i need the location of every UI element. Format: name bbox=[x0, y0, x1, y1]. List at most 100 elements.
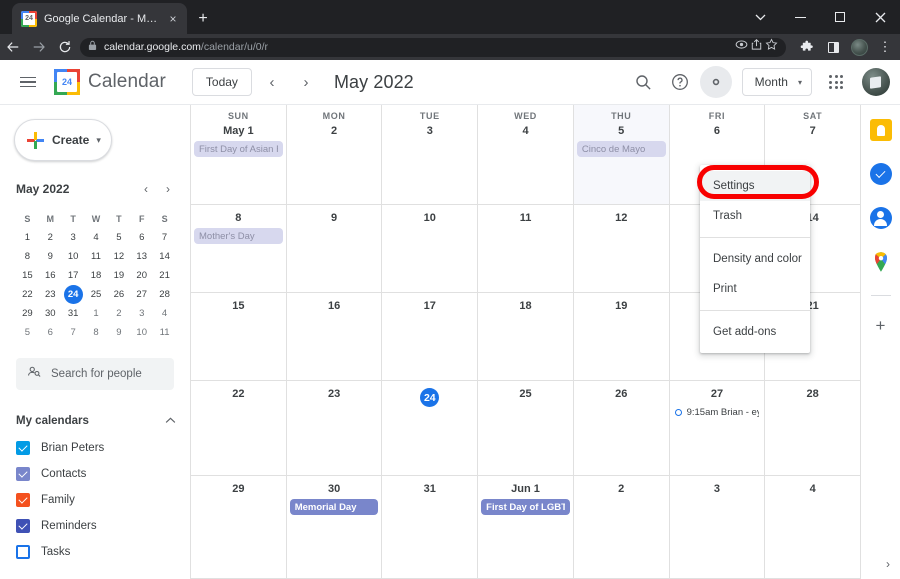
day-number[interactable]: 11 bbox=[478, 212, 573, 224]
day-number[interactable]: 28 bbox=[765, 388, 860, 400]
reload-icon[interactable] bbox=[52, 34, 78, 60]
bookmark-star-icon[interactable] bbox=[765, 38, 778, 56]
day-cell[interactable]: 8Mother's Day bbox=[191, 205, 287, 292]
day-cell[interactable]: TUE3 bbox=[382, 105, 478, 204]
calendar-checkbox[interactable] bbox=[16, 519, 30, 533]
mini-calendar-day[interactable]: 10 bbox=[130, 323, 153, 342]
day-cell[interactable]: Jun 1First Day of LGBTQ bbox=[478, 476, 574, 578]
day-number[interactable]: 26 bbox=[574, 388, 669, 400]
gear-icon[interactable] bbox=[700, 66, 732, 98]
share-icon[interactable] bbox=[750, 38, 763, 56]
day-cell[interactable]: 9 bbox=[287, 205, 383, 292]
day-cell[interactable]: 279:15am Brian - ey bbox=[670, 381, 766, 475]
mini-calendar-next-icon[interactable]: › bbox=[160, 182, 176, 196]
day-number[interactable]: 4 bbox=[765, 483, 860, 495]
day-number[interactable]: 17 bbox=[382, 300, 477, 312]
add-app-icon[interactable]: + bbox=[876, 316, 886, 336]
day-number[interactable]: 6 bbox=[670, 125, 765, 137]
mini-calendar-grid[interactable]: SMTWTFS123456789101112131415161718192021… bbox=[16, 209, 176, 342]
day-cell[interactable]: 11 bbox=[478, 205, 574, 292]
next-period-icon[interactable]: › bbox=[292, 68, 320, 96]
day-cell[interactable]: 31 bbox=[382, 476, 478, 578]
maps-icon[interactable] bbox=[872, 251, 890, 273]
maximize-window-button[interactable] bbox=[820, 0, 860, 34]
day-cell[interactable]: 29 bbox=[191, 476, 287, 578]
day-cell[interactable]: 15 bbox=[191, 293, 287, 380]
mini-calendar-day[interactable]: 25 bbox=[85, 285, 108, 304]
close-tab-icon[interactable]: × bbox=[165, 11, 181, 27]
help-icon[interactable] bbox=[664, 66, 696, 98]
mini-calendar-day[interactable]: 9 bbox=[107, 323, 130, 342]
day-cell[interactable]: THU5Cinco de Mayo bbox=[574, 105, 670, 204]
calendar-list-item[interactable]: Contacts bbox=[16, 462, 176, 486]
mini-calendar-day[interactable]: 10 bbox=[62, 247, 85, 266]
mini-calendar-day[interactable]: 29 bbox=[16, 304, 39, 323]
menu-item-density-and-color[interactable]: Density and color bbox=[700, 244, 810, 274]
mini-calendar-day[interactable]: 5 bbox=[107, 228, 130, 247]
mini-calendar-day[interactable]: 18 bbox=[85, 266, 108, 285]
mini-calendar-day[interactable]: 20 bbox=[130, 266, 153, 285]
mini-calendar-day[interactable]: 7 bbox=[153, 228, 176, 247]
side-panel-icon[interactable] bbox=[820, 34, 846, 60]
day-cell[interactable]: 26 bbox=[574, 381, 670, 475]
day-number[interactable]: 8 bbox=[191, 212, 286, 224]
mini-calendar-day[interactable]: 23 bbox=[39, 285, 62, 304]
mini-calendar-day[interactable]: 19 bbox=[107, 266, 130, 285]
mini-calendar-day[interactable]: 6 bbox=[130, 228, 153, 247]
day-number[interactable]: 18 bbox=[478, 300, 573, 312]
mini-calendar-day[interactable]: 1 bbox=[85, 304, 108, 323]
day-cell[interactable]: WED4 bbox=[478, 105, 574, 204]
tasks-icon[interactable] bbox=[870, 163, 892, 185]
today-button[interactable]: Today bbox=[192, 68, 252, 96]
collapse-chevron-icon[interactable] bbox=[165, 415, 176, 427]
apps-grid-icon[interactable] bbox=[820, 66, 852, 98]
close-window-button[interactable] bbox=[860, 0, 900, 34]
day-number[interactable]: 2 bbox=[287, 125, 382, 137]
mini-calendar-day[interactable]: 31 bbox=[62, 304, 85, 323]
day-number[interactable]: 15 bbox=[191, 300, 286, 312]
calendar-checkbox[interactable] bbox=[16, 545, 30, 559]
calendar-list-item[interactable]: Family bbox=[16, 488, 176, 512]
hamburger-icon[interactable] bbox=[8, 62, 48, 102]
day-number[interactable]: 27 bbox=[670, 388, 765, 400]
expand-panel-icon[interactable]: › bbox=[886, 557, 890, 571]
day-cell[interactable]: 4 bbox=[765, 476, 860, 578]
calendar-list-item[interactable]: Tasks bbox=[16, 540, 176, 564]
day-cell[interactable]: 16 bbox=[287, 293, 383, 380]
mini-calendar-day[interactable]: 24 bbox=[62, 285, 85, 304]
day-number[interactable]: 2 bbox=[574, 483, 669, 495]
contacts-icon[interactable] bbox=[870, 207, 892, 229]
mini-calendar-day[interactable]: 16 bbox=[39, 266, 62, 285]
search-people-input[interactable]: Search for people bbox=[16, 358, 174, 390]
previous-period-icon[interactable]: ‹ bbox=[258, 68, 286, 96]
day-number[interactable]: 3 bbox=[382, 125, 477, 137]
browser-tab[interactable]: 24 Google Calendar - May 2022 × bbox=[12, 3, 187, 34]
day-cell[interactable]: 17 bbox=[382, 293, 478, 380]
calendar-event[interactable]: First Day of Asian F bbox=[194, 141, 283, 157]
menu-item-trash[interactable]: Trash bbox=[700, 201, 810, 231]
day-number[interactable]: 5 bbox=[574, 125, 669, 137]
minimize-window-button[interactable] bbox=[780, 0, 820, 34]
mini-calendar-day[interactable]: 11 bbox=[153, 323, 176, 342]
day-cell[interactable]: 2 bbox=[574, 476, 670, 578]
day-number[interactable]: May 1 bbox=[191, 125, 286, 137]
calendar-event[interactable]: First Day of LGBTQ bbox=[481, 499, 570, 515]
menu-item-get-add-ons[interactable]: Get add-ons bbox=[700, 317, 810, 347]
day-number[interactable]: 12 bbox=[574, 212, 669, 224]
day-cell[interactable]: MON2 bbox=[287, 105, 383, 204]
tracking-eye-icon[interactable] bbox=[735, 38, 748, 56]
mini-calendar-day[interactable]: 1 bbox=[16, 228, 39, 247]
avatar[interactable] bbox=[862, 68, 890, 96]
mini-calendar-day[interactable]: 7 bbox=[62, 323, 85, 342]
day-number[interactable]: 30 bbox=[287, 483, 382, 495]
mini-calendar-prev-icon[interactable]: ‹ bbox=[138, 182, 154, 196]
mini-calendar-day[interactable]: 26 bbox=[107, 285, 130, 304]
forward-icon[interactable] bbox=[26, 34, 52, 60]
mini-calendar-day[interactable]: 13 bbox=[130, 247, 153, 266]
create-button[interactable]: Create ▾ bbox=[14, 119, 112, 161]
search-icon[interactable] bbox=[628, 66, 660, 98]
day-number[interactable]: 24 bbox=[382, 388, 477, 407]
mini-calendar-day[interactable]: 5 bbox=[16, 323, 39, 342]
keep-icon[interactable] bbox=[870, 119, 892, 141]
day-cell[interactable]: 10 bbox=[382, 205, 478, 292]
